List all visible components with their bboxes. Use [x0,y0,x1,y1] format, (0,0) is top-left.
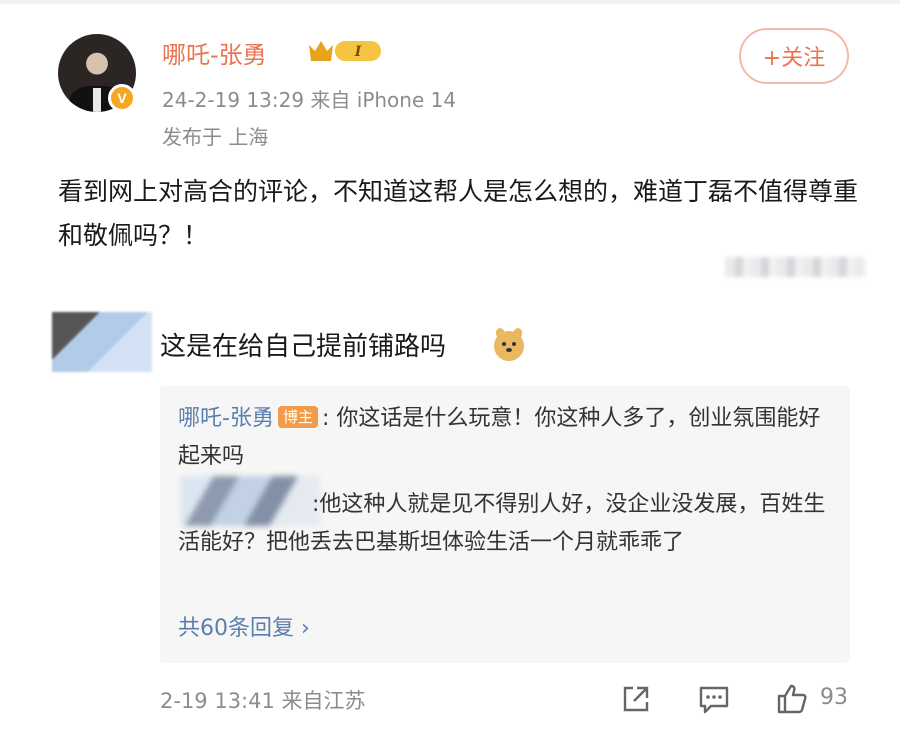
comment-time: 2-19 13:41 来自江苏 [160,689,366,713]
comment-text: 这是在给自己提前铺路吗 [160,332,447,362]
post-meta: 24-2-19 13:29 来自 iPhone 14 [162,88,457,112]
follow-button[interactable]: +关注 [739,28,849,84]
vip-level-icon: I [309,41,381,61]
share-icon[interactable] [619,682,653,716]
like-count: 93 [820,685,848,710]
post-location: 发布于 上海 [162,125,269,149]
comment-icon[interactable] [697,682,731,716]
like-icon[interactable] [775,682,809,716]
reply-author[interactable]: 哪吒-张勇 [178,406,274,431]
reply-text: : 你这话是什么玩意！你这种人多了，创业氛围能好起来吗 [178,406,821,469]
reply-item[interactable]: :他这种人就是见不得别人好，没企业没发展，百姓生活能好？把他丢去巴基斯坦体验生活… [178,486,833,562]
vip-level-text: I [354,44,362,60]
commenter-avatar[interactable] [52,312,152,372]
top-divider [0,0,900,4]
blogger-badge: 博主 [277,406,318,428]
post-content: 看到网上对高合的评论，不知道这帮人是怎么想的，难道丁磊不值得尊重和敬佩吗？！ [58,177,859,250]
blurred-watermark [725,257,865,277]
reply-item[interactable]: 哪吒-张勇 博主: 你这话是什么玩意！你这种人多了，创业氛围能好起来吗 [178,400,828,476]
post-username[interactable]: 哪吒-张勇 [162,35,267,70]
reply-text: :他这种人就是见不得别人好，没企业没发展，百姓生活能好？把他丢去巴基斯坦体验生活… [178,492,826,555]
more-replies-link[interactable]: 共60条回复 › [178,610,310,642]
verified-badge-icon: V [108,84,136,112]
doge-icon [494,326,524,361]
